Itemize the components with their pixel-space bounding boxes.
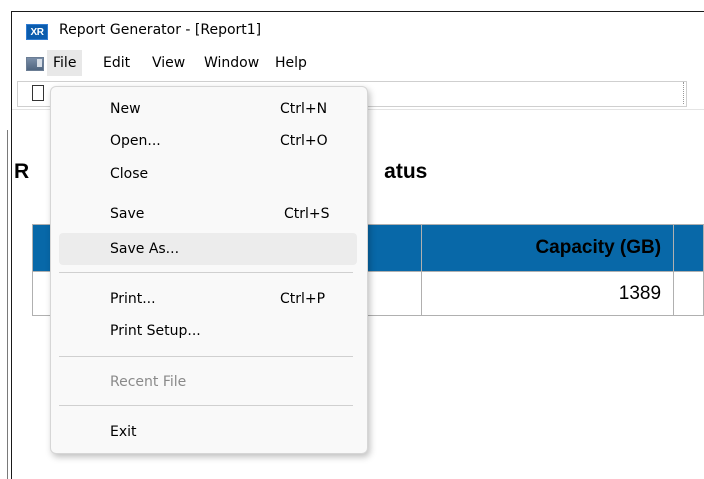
menu-file[interactable]: File [47,50,83,76]
menu-item-exit[interactable]: Exit [59,416,357,448]
menu-item-save[interactable]: Save Ctrl+S [59,198,357,230]
menu-bar: File Edit View Window Help [12,50,704,76]
menu-item-close[interactable]: Close [59,158,357,190]
window-system-icon[interactable] [26,57,44,71]
table-cell-capacity: 1389 [420,271,675,316]
menu-item-shortcut: Ctrl+P [280,291,326,307]
menu-separator [59,405,353,406]
table-cell [673,271,704,316]
table-header-capacity: Capacity (GB) [420,224,675,272]
file-menu-dropdown: New Ctrl+N Open... Ctrl+O Close Save Ctr… [50,86,368,454]
report-title-start: R [14,160,30,183]
menu-item-new[interactable]: New Ctrl+N [59,93,357,125]
menu-item-label: Print Setup... [110,323,201,339]
menu-help[interactable]: Help [269,50,313,76]
menu-item-print[interactable]: Print... Ctrl+P [59,283,357,315]
menu-item-shortcut: Ctrl+S [284,206,330,222]
menu-item-label: Exit [110,424,137,440]
menu-item-label: Print... [110,291,156,307]
menu-item-label: Recent File [110,374,187,390]
menu-item-recent-file: Recent File [59,366,357,398]
menu-item-label: Close [110,166,149,182]
report-title-end: atus [384,160,428,183]
menu-item-label: Save [110,206,145,222]
menu-edit[interactable]: Edit [97,50,136,76]
window-title: Report Generator - [Report1] [59,22,262,38]
menu-item-shortcut: Ctrl+N [280,101,328,117]
document-frame [7,130,11,479]
xr-app-icon: XR [26,24,48,40]
menu-item-print-setup[interactable]: Print Setup... [59,315,357,347]
menu-view[interactable]: View [146,50,191,76]
toolbar-grip[interactable] [683,82,686,104]
table-header-cell [673,224,704,272]
menu-item-label: Save As... [110,241,180,257]
menu-separator [59,272,353,273]
menu-separator [59,356,353,357]
menu-item-label: Open... [110,133,161,149]
menu-item-shortcut: Ctrl+O [280,133,328,149]
menu-item-open[interactable]: Open... Ctrl+O [59,125,357,157]
menu-item-save-as[interactable]: Save As... [59,233,357,265]
menu-item-label: New [110,101,141,117]
menu-window[interactable]: Window [198,50,265,76]
title-bar[interactable]: XR Report Generator - [Report1] [12,12,704,50]
new-document-icon[interactable] [32,85,44,101]
